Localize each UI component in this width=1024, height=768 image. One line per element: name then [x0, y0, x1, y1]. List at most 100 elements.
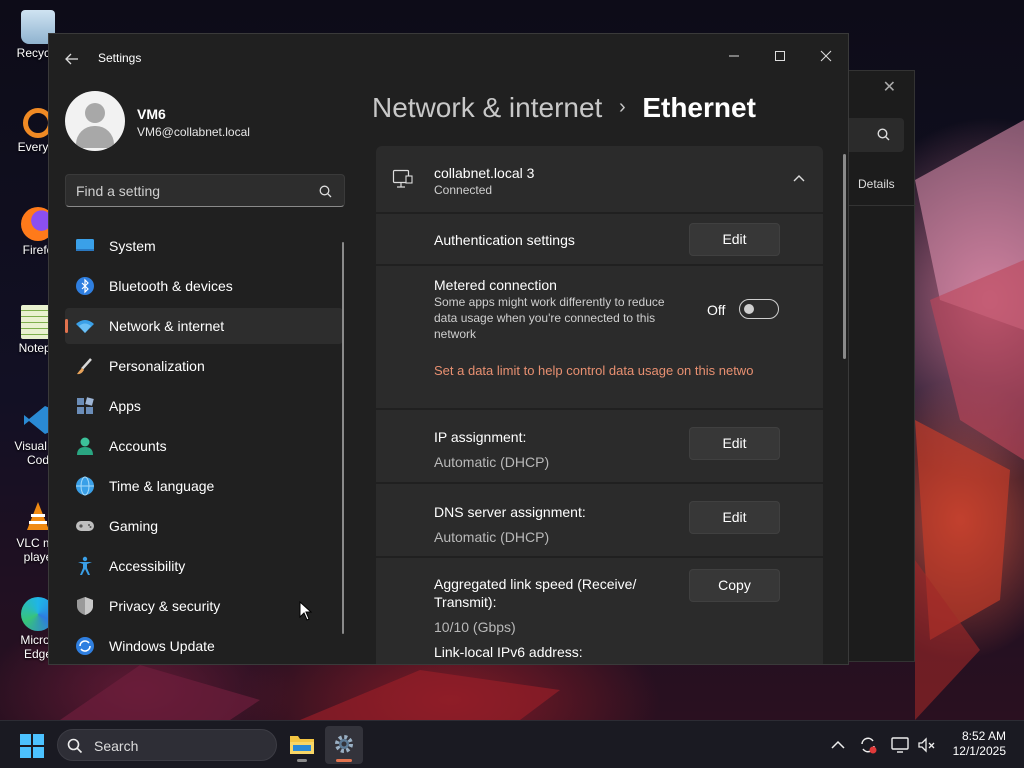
copy-button[interactable]: Copy [689, 569, 780, 602]
network-icon [76, 320, 94, 333]
nav-item-personalization[interactable]: Personalization [65, 348, 343, 384]
dns-assignment-value: Automatic (DHCP) [434, 529, 550, 545]
globe-icon [76, 476, 94, 496]
apps-icon [77, 397, 94, 414]
gamepad-icon [76, 521, 94, 531]
breadcrumb-chevron-icon: › [618, 96, 626, 118]
nav-label: Accounts [109, 438, 167, 454]
nav-label: Apps [109, 398, 141, 414]
find-setting-input[interactable] [66, 175, 316, 206]
system-icon [76, 239, 94, 251]
metered-toggle[interactable] [739, 299, 779, 319]
nav-item-windows-update[interactable]: Windows Update [65, 628, 343, 664]
find-setting-box[interactable] [65, 174, 345, 207]
divider [846, 205, 916, 206]
breadcrumb-parent[interactable]: Network & internet [372, 92, 602, 123]
update-icon [76, 637, 94, 655]
nav-item-network-internet[interactable]: Network & internet [65, 308, 343, 344]
avatar-head [85, 103, 105, 123]
ethernet-settings-panel: collabnet.local 3 Connected Authenticati… [376, 146, 823, 664]
data-limit-link[interactable]: Set a data limit to help control data us… [434, 363, 779, 378]
windows-start-icon[interactable] [20, 734, 44, 758]
taskbar-search-label: Search [94, 738, 139, 754]
nav-label: Windows Update [109, 638, 215, 654]
search-icon[interactable] [319, 185, 332, 198]
nav-label: System [109, 238, 156, 254]
nav-item-accessibility[interactable]: Accessibility [65, 548, 343, 584]
ethernet-icon [392, 169, 413, 188]
account-name: VM6 [137, 106, 166, 122]
account-email: VM6@collabnet.local [137, 125, 250, 139]
nav-item-gaming[interactable]: Gaming [65, 508, 343, 544]
authentication-row: Authentication settings Edit [376, 214, 823, 264]
background-window[interactable]: ✕ Details [845, 70, 916, 662]
folder-icon [290, 736, 314, 754]
avatar[interactable] [65, 91, 125, 151]
metered-toggle-state: Off [707, 302, 726, 318]
clock-time: 8:52 AM [961, 729, 1006, 743]
search-icon [877, 128, 890, 141]
selection-indicator [65, 319, 68, 333]
link-speed-row: Aggregated link speed (Receive/ Transmit… [376, 558, 823, 664]
shield-icon [77, 597, 93, 615]
nav-item-time-language[interactable]: Time & language [65, 468, 343, 504]
ipv6-label: Link-local IPv6 address: [434, 644, 583, 660]
authentication-label: Authentication settings [434, 232, 575, 248]
settings-window: Settings VM6 VM6@collabnet.local System … [48, 33, 849, 665]
back-arrow-icon[interactable] [61, 48, 83, 70]
accounts-icon [77, 437, 93, 455]
ip-assignment-edit-button[interactable]: Edit [689, 427, 780, 460]
settings-nav: System Bluetooth & devices Network & int… [65, 228, 343, 664]
ip-assignment-row: IP assignment: Automatic (DHCP) Edit [376, 410, 823, 482]
sync-icon[interactable] [858, 735, 878, 755]
active-indicator [336, 759, 352, 762]
gear-icon [335, 735, 353, 753]
toggle-knob [744, 304, 754, 314]
minimize-icon [729, 55, 739, 57]
file-explorer-taskbar-button[interactable] [283, 726, 321, 764]
metered-label: Metered connection [434, 277, 557, 293]
connection-name: collabnet.local 3 [434, 165, 535, 181]
dns-assignment-label: DNS server assignment: [434, 504, 586, 520]
details-tab[interactable]: Details [858, 177, 895, 191]
close-icon [820, 50, 832, 62]
close-icon[interactable]: ✕ [883, 77, 896, 97]
mouse-cursor-icon [299, 601, 313, 621]
taskbar: Search 8:52 AM 12/1/2025 [0, 720, 1024, 768]
nav-item-bluetooth-devices[interactable]: Bluetooth & devices [65, 268, 343, 304]
connection-header-card[interactable]: collabnet.local 3 Connected [376, 146, 823, 212]
search-icon [67, 738, 83, 754]
connection-status: Connected [434, 183, 493, 197]
authentication-edit-button[interactable]: Edit [689, 223, 780, 256]
maximize-button[interactable] [757, 40, 803, 72]
minimize-button[interactable] [711, 40, 757, 72]
settings-taskbar-button[interactable] [325, 726, 363, 764]
brush-icon [77, 358, 92, 375]
ip-assignment-value: Automatic (DHCP) [434, 454, 550, 470]
system-clock[interactable]: 8:52 AM 12/1/2025 [953, 729, 1006, 759]
nav-label: Time & language [109, 478, 215, 494]
avatar-body [76, 126, 114, 148]
maximize-icon [775, 51, 785, 61]
accessibility-icon [78, 556, 92, 575]
breadcrumb: Network & internet › Ethernet [372, 92, 756, 124]
nav-scrollbar[interactable] [342, 242, 344, 634]
chevron-up-icon[interactable] [828, 735, 848, 755]
nav-label: Personalization [109, 358, 205, 374]
content-scrollbar[interactable] [843, 154, 846, 359]
app-title: Settings [98, 51, 142, 65]
metered-description: Some apps might work differently to redu… [434, 295, 665, 341]
clock-date: 12/1/2025 [952, 744, 1006, 758]
dns-assignment-edit-button[interactable]: Edit [689, 501, 780, 534]
network-monitor-icon[interactable] [890, 735, 910, 755]
nav-item-system[interactable]: System [65, 228, 343, 264]
taskbar-search[interactable]: Search [57, 729, 277, 761]
close-button[interactable] [803, 40, 848, 72]
title-bar[interactable]: Settings [49, 34, 848, 82]
chevron-up-icon[interactable] [793, 174, 805, 182]
nav-item-apps[interactable]: Apps [65, 388, 343, 424]
nav-item-accounts[interactable]: Accounts [65, 428, 343, 464]
background-search-box[interactable] [846, 118, 904, 152]
link-speed-value: 10/10 (Gbps) [434, 619, 516, 635]
volume-muted-icon[interactable] [916, 735, 936, 755]
